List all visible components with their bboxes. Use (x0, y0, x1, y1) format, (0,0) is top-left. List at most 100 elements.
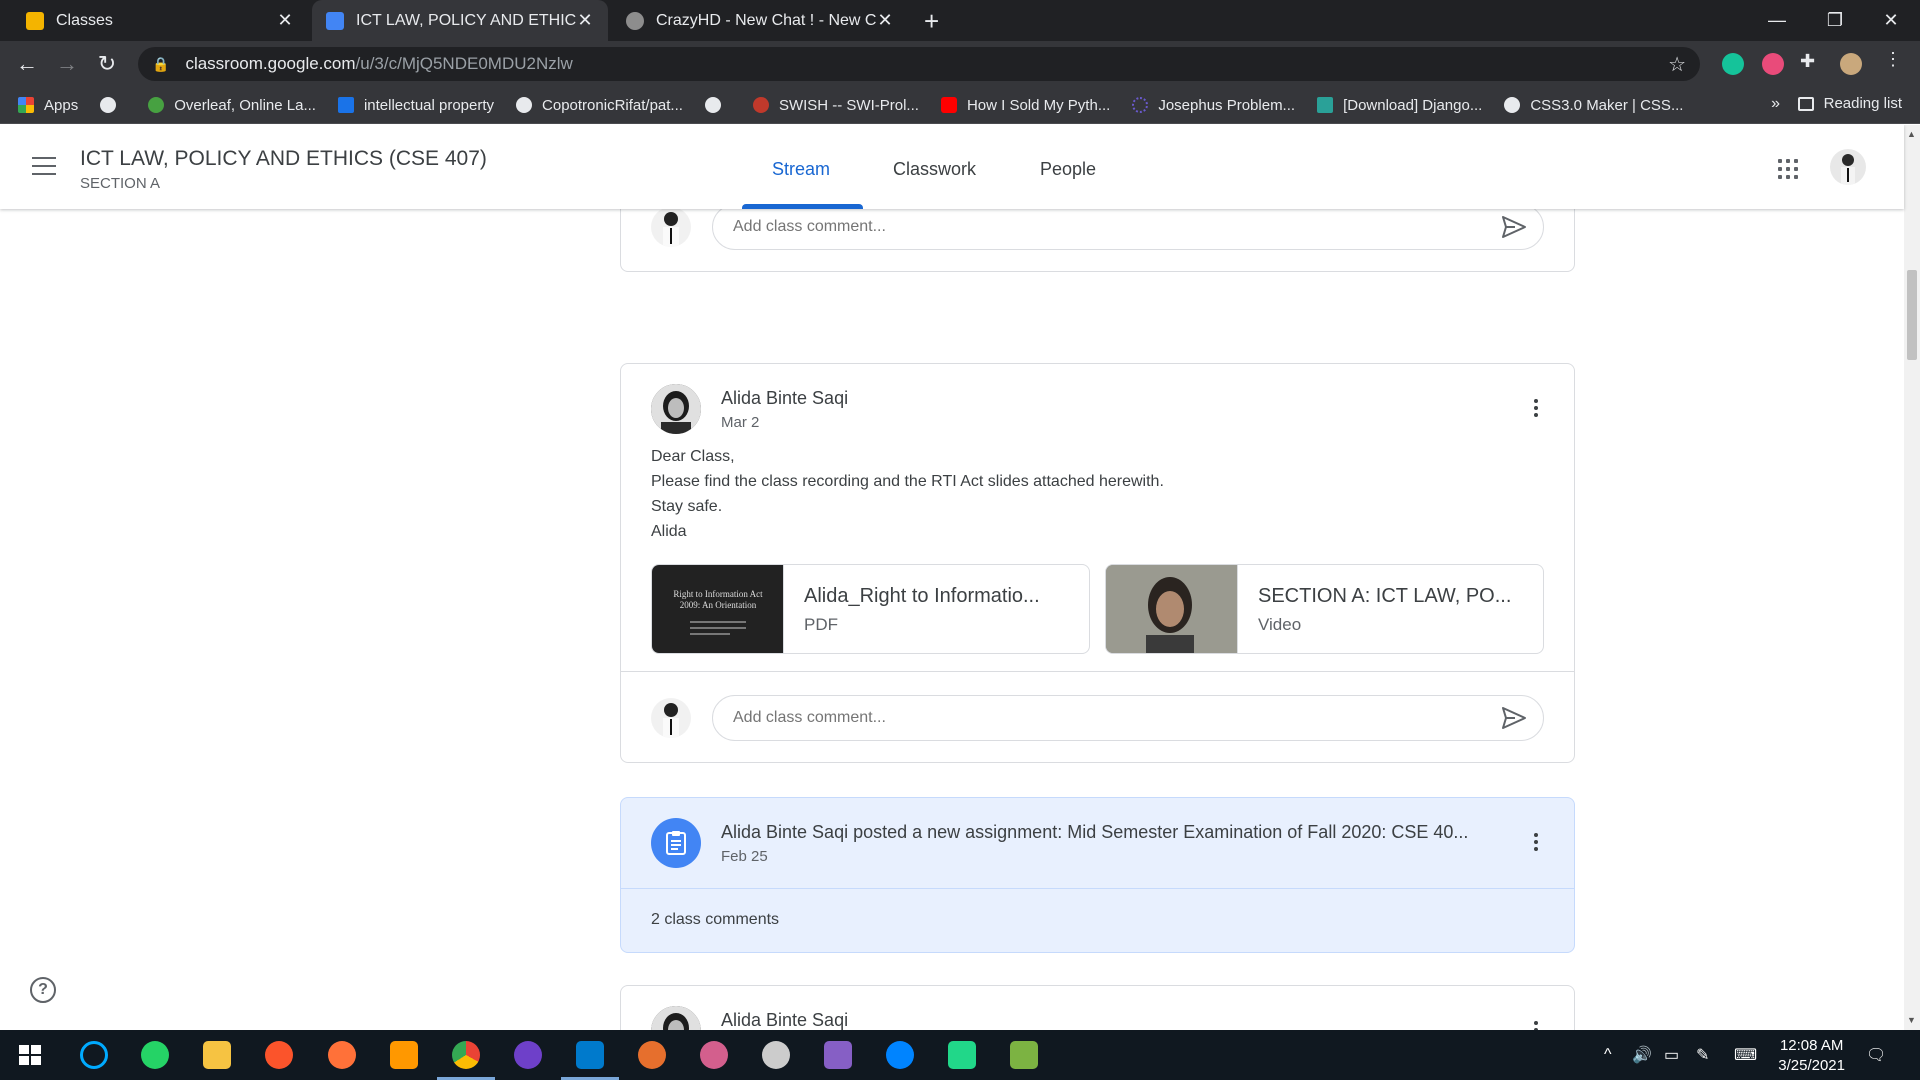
tab-classwork[interactable]: Classwork (893, 159, 976, 180)
attachment-title: Alida_Right to Informatio... (804, 585, 1040, 607)
notifications-icon[interactable]: 🗨 (1866, 1030, 1886, 1080)
forward-arrow-icon[interactable]: → (52, 49, 82, 79)
firefox-icon[interactable] (328, 1041, 356, 1069)
assignment-card[interactable]: Alida Binte Saqi posted a new assignment… (620, 797, 1575, 953)
bookmark-label: intellectual property (363, 96, 495, 114)
file-explorer-icon[interactable] (203, 1041, 231, 1069)
browser-tab-ict-law[interactable]: ICT LAW, POLICY AND ETHICS (C ✕ (312, 0, 608, 41)
bookmark-globe[interactable] (100, 97, 126, 113)
account-avatar[interactable] (1830, 149, 1866, 185)
post-line: Please find the class recording and the … (651, 473, 1164, 490)
bookmark-globe-2[interactable] (704, 97, 731, 113)
chrome-menu-icon[interactable]: ⋮ (1884, 49, 1906, 71)
keyboard-icon[interactable]: ⌨ (1734, 1030, 1757, 1080)
page-viewport: ICT LAW, POLICY AND ETHICS (CSE 407) SEC… (0, 125, 1920, 1030)
bookmark-css3[interactable]: CSS3.0 Maker | CSS... (1504, 97, 1683, 114)
bookmarks-bar: Apps Overleaf, Online La... intellectual… (0, 87, 1920, 124)
visual-studio-icon[interactable] (824, 1041, 852, 1069)
course-section: SECTION A (80, 175, 161, 192)
globe-icon (100, 97, 117, 113)
extension-icon[interactable] (1762, 53, 1784, 75)
bookmark-github[interactable]: CopotronicRifat/pat... (516, 97, 683, 114)
class-comments-link[interactable]: 2 class comments (621, 888, 1574, 952)
new-tab-plus-icon[interactable]: + (924, 6, 939, 37)
bookmark-apps[interactable]: Apps (18, 97, 78, 114)
classroom-favicon-icon (26, 11, 44, 30)
browser-tab-crazyhd[interactable]: CrazyHD - New Chat ! - New Cha ✕ (612, 0, 908, 41)
extensions-puzzle-icon[interactable]: ✚ (1800, 51, 1822, 73)
bookmark-django[interactable]: [Download] Django... (1317, 97, 1482, 114)
bookmark-label: [Download] Django... (1343, 96, 1483, 114)
github-desktop-icon[interactable] (514, 1041, 542, 1069)
tray-expand-icon[interactable]: ^ (1604, 1030, 1612, 1080)
more-options-icon[interactable] (1524, 830, 1548, 854)
browser-tab-classes[interactable]: Classes ✕ (12, 0, 308, 41)
tab-title: ICT LAW, POLICY AND ETHICS (C (356, 11, 576, 29)
page-scrollbar[interactable]: ▲ ▼ (1904, 125, 1920, 1030)
profile-avatar-icon[interactable] (1840, 53, 1862, 75)
bookmark-star-icon[interactable]: ☆ (1668, 52, 1686, 77)
more-bookmarks-button[interactable]: » (1771, 95, 1780, 113)
attachment-video[interactable]: SECTION A: ICT LAW, PO... Video (1105, 564, 1544, 654)
notepad-icon[interactable] (1010, 1041, 1038, 1069)
matlab-icon[interactable] (638, 1041, 666, 1069)
close-tab-icon[interactable]: ✕ (276, 10, 294, 31)
chrome-icon[interactable] (452, 1041, 480, 1069)
close-tab-icon[interactable]: ✕ (876, 10, 894, 31)
more-options-icon[interactable] (1524, 396, 1548, 420)
grammarly-extension-icon[interactable] (1722, 53, 1744, 75)
sublime-icon[interactable] (390, 1041, 418, 1069)
google-apps-icon[interactable] (1778, 159, 1798, 179)
post-line: Alida (651, 523, 687, 540)
minimize-icon[interactable]: — (1748, 0, 1806, 41)
course-title[interactable]: ICT LAW, POLICY AND ETHICS (CSE 407) (80, 147, 487, 171)
brave-icon[interactable] (265, 1041, 293, 1069)
vscode-icon[interactable] (576, 1041, 604, 1069)
bookmark-label: Apps (44, 96, 79, 114)
volume-icon[interactable]: 🔊 (1632, 1030, 1652, 1080)
bookmark-swish[interactable]: SWISH -- SWI-Prol... (752, 97, 919, 114)
restore-icon[interactable]: ❐ (1806, 0, 1864, 41)
messenger-icon[interactable] (886, 1041, 914, 1069)
scrollbar-thumb[interactable] (1907, 270, 1917, 360)
scroll-down-icon[interactable]: ▼ (1907, 1015, 1916, 1025)
bookmark-label: CopotronicRifat/pat... (542, 96, 683, 114)
snipping-tool-icon[interactable] (700, 1041, 728, 1069)
inkscape-icon[interactable] (762, 1041, 790, 1069)
bookmark-intellectual-property[interactable]: intellectual property (337, 96, 495, 114)
post-line: Stay safe. (651, 498, 723, 515)
pycharm-icon[interactable] (948, 1041, 976, 1069)
send-icon[interactable] (1501, 215, 1527, 239)
tab-stream[interactable]: Stream (772, 159, 830, 180)
bookmark-overleaf[interactable]: Overleaf, Online La... (148, 97, 316, 114)
lock-icon: 🔒 (152, 55, 170, 72)
search-icon[interactable] (80, 1041, 108, 1069)
whatsapp-icon[interactable] (141, 1041, 169, 1069)
address-bar[interactable]: 🔒 classroom.google.com/u/3/c/MjQ5NDE0MDU… (138, 47, 1700, 81)
reading-list-icon (1797, 96, 1814, 111)
main-menu-icon[interactable] (32, 157, 56, 175)
back-arrow-icon[interactable]: ← (12, 49, 42, 79)
taskbar-clock[interactable]: 12:08 AM 3/25/2021 (1778, 1036, 1845, 1076)
close-tab-icon[interactable]: ✕ (576, 10, 594, 31)
send-icon[interactable] (1501, 706, 1527, 730)
more-options-icon[interactable] (1524, 1018, 1548, 1030)
help-icon[interactable]: ? (30, 977, 56, 1003)
bookmark-youtube[interactable]: How I Sold My Pyth... (940, 97, 1110, 114)
tab-people[interactable]: People (1040, 159, 1096, 180)
class-comment-input[interactable] (712, 695, 1544, 741)
pen-icon[interactable]: ✎ (1696, 1030, 1709, 1080)
attachment-pdf[interactable]: Right to Information Act 2009: An Orient… (651, 564, 1090, 654)
assignment-title[interactable]: Alida Binte Saqi posted a new assignment… (721, 822, 1468, 843)
scroll-up-icon[interactable]: ▲ (1907, 129, 1916, 139)
loading-icon (1132, 97, 1149, 113)
class-comment-input[interactable] (712, 204, 1544, 250)
close-window-icon[interactable]: ✕ (1862, 0, 1920, 41)
reload-icon[interactable]: ↻ (92, 49, 122, 79)
windows-start-icon[interactable] (16, 1041, 44, 1069)
network-icon[interactable]: ▭ (1664, 1030, 1679, 1080)
reading-list-button[interactable]: Reading list (1797, 95, 1902, 112)
globe-icon (1504, 97, 1521, 113)
tab-title: CrazyHD - New Chat ! - New Cha (656, 11, 876, 29)
bookmark-josephus[interactable]: Josephus Problem... (1132, 97, 1295, 114)
